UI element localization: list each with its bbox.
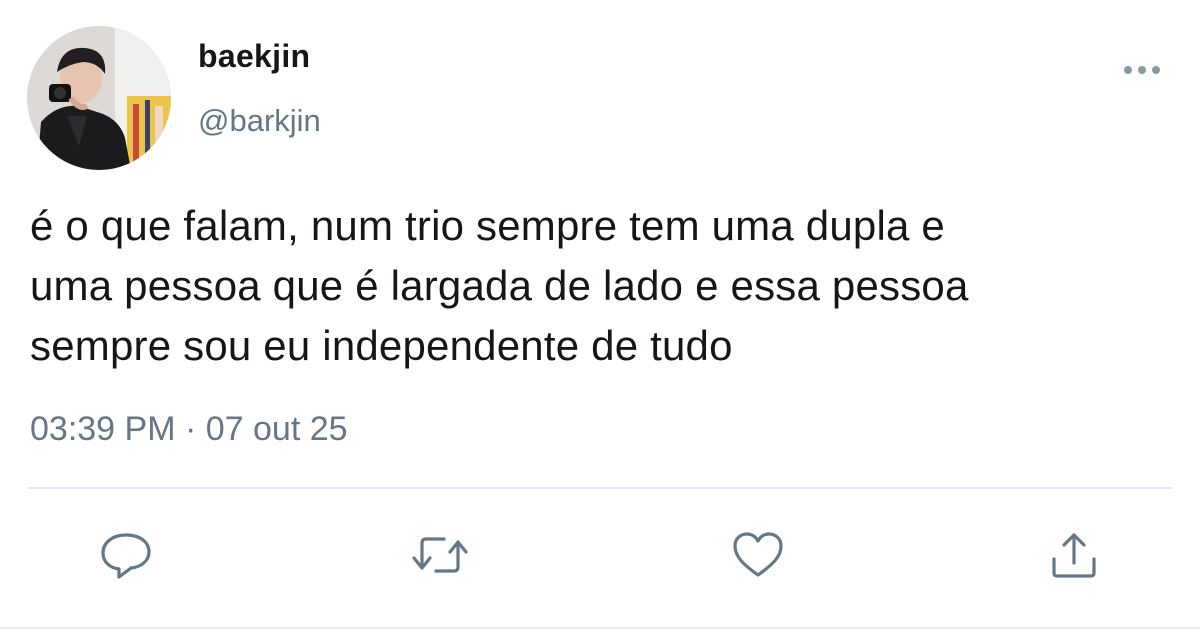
user-handle[interactable]: @barkjin	[198, 103, 321, 139]
avatar-photo	[27, 26, 171, 170]
avatar[interactable]	[27, 26, 171, 170]
tweet-text-line: uma pessoa que é largada de lado e essa …	[30, 262, 969, 309]
tweet-timestamp[interactable]: 03:39 PM · 07 out 25	[30, 410, 348, 449]
share-button[interactable]	[1044, 527, 1104, 583]
more-options-button[interactable]	[1118, 58, 1166, 82]
divider	[28, 487, 1172, 489]
reply-icon	[101, 533, 151, 579]
reply-button[interactable]	[96, 527, 156, 583]
tweet-text: é o que falam, num trio sempre tem uma d…	[30, 196, 1190, 376]
like-button[interactable]	[728, 527, 788, 583]
share-icon	[1052, 533, 1096, 578]
tweet-text-line: sempre sou eu independente de tudo	[30, 322, 733, 369]
more-horizontal-icon	[1124, 66, 1160, 74]
retweet-icon	[412, 537, 468, 573]
tweet-text-line: é o que falam, num trio sempre tem uma d…	[30, 202, 945, 249]
tweet-card: baekjin @barkjin é o que falam, num trio…	[0, 0, 1200, 639]
display-name[interactable]: baekjin	[198, 38, 310, 75]
bottom-divider	[0, 627, 1200, 629]
retweet-button[interactable]	[410, 527, 470, 583]
heart-icon	[733, 532, 783, 577]
